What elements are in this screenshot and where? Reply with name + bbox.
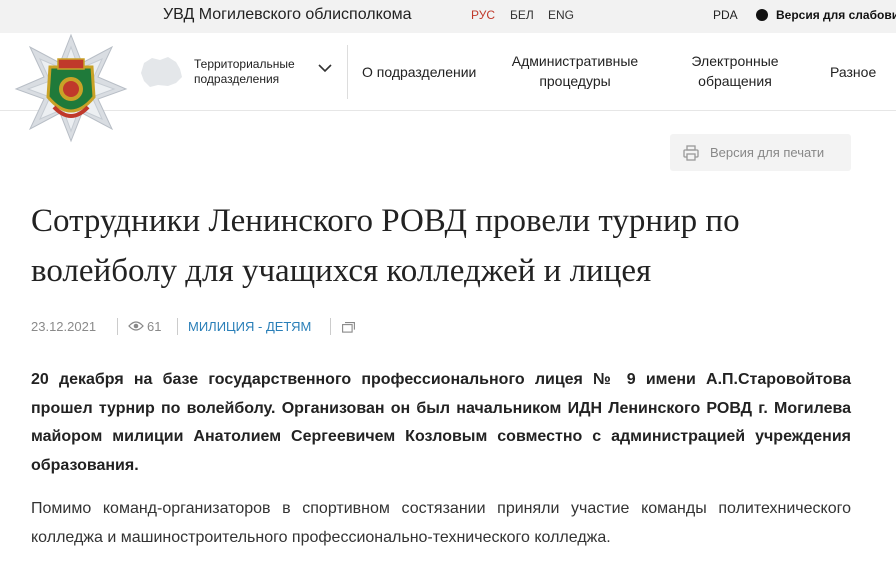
eye-icon bbox=[128, 321, 144, 331]
meta-divider bbox=[177, 318, 178, 335]
print-version-label: Версия для печати bbox=[710, 145, 825, 160]
article-paragraph: Помимо команд-организаторов в спортивном… bbox=[31, 500, 851, 546]
nav-electronic-appeals[interactable]: Электронные обращения bbox=[680, 51, 790, 91]
nav-about[interactable]: О подразделении bbox=[362, 62, 476, 82]
article-date: 23.12.2021 bbox=[31, 319, 97, 334]
article-title: Сотрудники Ленинского РОВД провели турни… bbox=[31, 203, 740, 289]
nav-admin-procedures[interactable]: Административные процедуры bbox=[505, 51, 645, 91]
meta-divider bbox=[330, 318, 331, 335]
print-version-button[interactable]: Версия для печати bbox=[670, 134, 851, 171]
chevron-down-icon[interactable] bbox=[318, 63, 332, 73]
category-link[interactable]: МИЛИЦИЯ - ДЕТЯМ bbox=[188, 319, 311, 334]
emblem-logo[interactable] bbox=[14, 33, 128, 143]
top-bar: УВД Могилевского облисполкома РУС БЕЛ EN… bbox=[0, 0, 896, 33]
pda-link[interactable]: PDA bbox=[713, 8, 738, 22]
belarus-map-icon[interactable] bbox=[138, 55, 184, 89]
low-vision-icon[interactable] bbox=[756, 9, 768, 21]
lang-en[interactable]: ENG bbox=[548, 8, 574, 22]
meta-divider bbox=[117, 318, 118, 335]
view-count: 61 bbox=[147, 319, 162, 334]
nav-divider bbox=[347, 45, 348, 99]
lang-be[interactable]: БЕЛ bbox=[510, 8, 534, 22]
territorial-units-link[interactable]: Территориальные подразделения bbox=[194, 57, 312, 87]
site-header: Территориальные подразделения О подразде… bbox=[0, 33, 896, 143]
low-vision-link[interactable]: Версия для слабовидящих bbox=[776, 8, 896, 22]
nav-misc[interactable]: Разное bbox=[830, 62, 876, 82]
copy-icon[interactable] bbox=[342, 322, 355, 333]
lang-ru[interactable]: РУС bbox=[471, 8, 495, 22]
org-name[interactable]: УВД Могилевского облисполкома bbox=[163, 6, 412, 24]
article-lead: 20 декабря на базе государственного проф… bbox=[31, 371, 851, 474]
print-icon bbox=[683, 145, 699, 161]
